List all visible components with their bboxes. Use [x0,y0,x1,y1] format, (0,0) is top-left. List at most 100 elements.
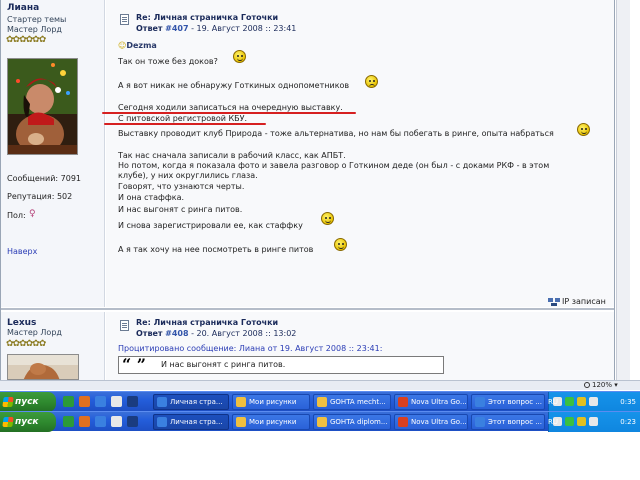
app-icon [398,397,408,407]
task-button[interactable]: Личная стра... [153,414,229,430]
screenshot: { "post1": { "author": "Лиана", "status1… [0,0,640,480]
page-scrollbar[interactable] [616,0,630,380]
post-meta: Ответ #408 - 20. Август 2008 :: 13:02 [136,329,296,338]
frame-border [614,0,615,380]
author-name[interactable]: Лиана [7,3,39,13]
quicklaunch-icon[interactable] [95,416,106,427]
start-label: пуск [15,397,39,407]
app-icon [398,417,408,427]
quote-header[interactable]: Процитировано сообщение: Лиана от 19. Ав… [118,344,382,353]
author-message-count: Сообщений: 7091 [7,174,81,183]
quicklaunch-icon[interactable] [95,396,106,407]
post-content: Re: Личная страничка Готочки Ответ #407 … [102,0,614,307]
post-icon [120,14,129,25]
forum-post: Лиана Стартер темы Мастер Лорд ✿✿✿✿✿✿ Со… [1,0,614,307]
quicklaunch-icon[interactable] [79,396,90,407]
reply-number[interactable]: #408 [165,329,188,338]
language-indicator[interactable]: RU [548,392,564,412]
smiley-icon [334,238,347,251]
author-reputation: Репутация: 502 [7,192,73,201]
mention-line: ☺Dezma [118,41,157,50]
red-underline-mark [102,112,356,114]
post-text-line: Но потом, когда я показала фото и завела… [118,161,550,170]
rank-stars: ✿✿✿✿✿✿ [6,35,46,45]
post-text-line: И снова зарегистрировали ее, как стаффку [118,221,303,230]
quote-icon: “ ” [122,357,154,373]
reply-label: Ответ [136,329,163,338]
smiley-icon [321,212,334,225]
clock[interactable]: 0:35 [620,392,636,412]
post-icon [120,320,129,331]
post-author-panel: Lexus Мастер Лорд ✿✿✿✿✿✿ [1,312,105,380]
task-label: Мои рисунки [249,418,297,426]
quicklaunch-icon[interactable] [63,396,74,407]
author-gender-label: Пол: [7,211,26,220]
task-label: Nova Ultra Go... [411,418,467,426]
post-text-line: Выставку проводит клуб Природа - тоже ал… [118,129,554,138]
task-label: GOHTA mecht... [330,398,386,406]
task-label: Личная стра... [170,418,223,426]
task-button[interactable]: Этот вопрос ... [471,414,545,430]
forum-post: Lexus Мастер Лорд ✿✿✿✿✿✿ Re: Личная стра… [1,312,614,380]
post-text-line: И нас выгонят с ринга питов. [118,205,243,214]
folder-icon [236,417,246,427]
folder-icon [236,397,246,407]
windows-logo-icon [2,397,14,407]
post-text-line: И она стаффка. [118,193,185,202]
quicklaunch-icon[interactable] [111,416,122,427]
smiley-icon [577,123,590,136]
mention-user[interactable]: Dezma [126,41,156,50]
quicklaunch-icon[interactable] [127,416,138,427]
reply-number[interactable]: #407 [165,24,188,33]
quicklaunch-icon[interactable] [63,416,74,427]
author-rank: Мастер Лорд [7,25,62,34]
task-button[interactable]: Мои рисунки [232,394,310,410]
task-button[interactable]: Мои рисунки [232,414,310,430]
task-label: Этот вопрос ... [488,398,543,406]
quicklaunch-icon[interactable] [111,396,122,407]
start-button[interactable]: пуск [0,392,56,412]
start-label: пуск [15,417,39,427]
post-text-line: Сегодня ходили записаться на очередную в… [118,103,343,112]
tray-icon[interactable] [565,397,574,406]
post-text-line: Так нас сначала записали в рабочий класс… [118,151,346,160]
status-bar [0,380,640,390]
quote-text: И нас выгонят с ринга питов. [161,360,286,369]
post-title[interactable]: Re: Личная страничка Готочки [136,318,278,327]
tray-icon[interactable] [589,397,598,406]
post-title[interactable]: Re: Личная страничка Готочки [136,13,278,22]
tray-icon[interactable] [577,397,586,406]
task-label: GOHTA diplom... [330,418,388,426]
quicklaunch-icon[interactable] [79,416,90,427]
task-label: Этот вопрос ... [488,418,543,426]
tray-icon[interactable] [577,417,586,426]
tray-icon[interactable] [589,417,598,426]
gender-icon: ♀ [29,209,36,219]
quicklaunch-icon[interactable] [127,396,138,407]
task-button[interactable]: GOHTA mecht... [313,394,391,410]
post-text-line: А я вот никак не обнаружу Готкиных одноп… [118,81,350,90]
windows-taskbar: пуск Личная стра... Мои рисунки GOHTA me… [0,391,640,412]
task-button[interactable]: GOHTA diplom... [313,414,391,430]
author-name[interactable]: Lexus [7,318,36,328]
browser-icon [475,397,485,407]
post-text-line: А я так хочу на нее посмотреть в ринге п… [118,245,314,254]
back-to-top-link[interactable]: Наверх [7,247,37,256]
task-label: Личная стра... [170,398,223,406]
forum-frame: Лиана Стартер темы Мастер Лорд ✿✿✿✿✿✿ Со… [0,0,630,380]
folder-icon [317,417,327,427]
clock[interactable]: 0:23 [620,412,636,432]
post-author-panel: Лиана Стартер темы Мастер Лорд ✿✿✿✿✿✿ Со… [1,0,105,307]
zoom-control[interactable]: 120% ▾ [584,381,618,389]
start-button[interactable]: пуск [0,412,56,432]
post-text-line: клубе), у них округлились глаза. [118,171,258,180]
task-button[interactable]: Этот вопрос ... [471,394,545,410]
task-label: Мои рисунки [249,398,297,406]
reply-date: - 20. Август 2008 :: 13:02 [191,329,297,338]
task-button[interactable]: Nova Ultra Go... [394,394,468,410]
zoom-level: 120% [592,381,613,389]
task-button[interactable]: Личная стра... [153,394,229,410]
task-button[interactable]: Nova Ultra Go... [394,414,468,430]
tray-icon[interactable] [565,417,574,426]
language-indicator[interactable]: RU [548,412,564,432]
